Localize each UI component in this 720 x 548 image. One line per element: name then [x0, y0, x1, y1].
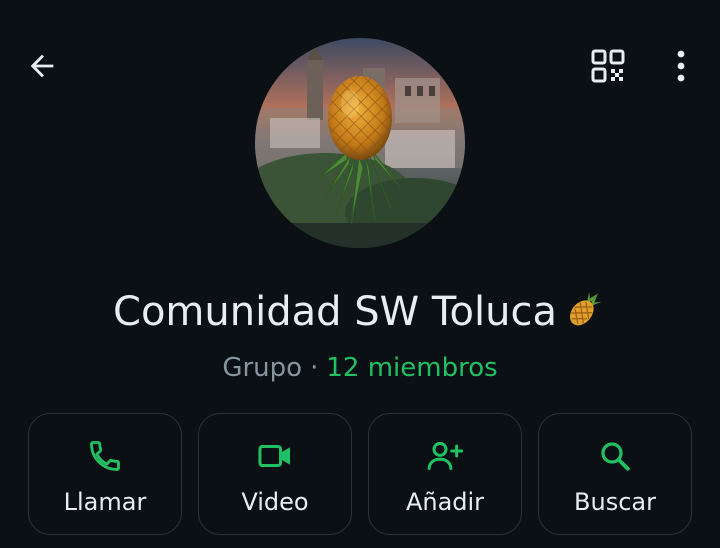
video-button-label: Video	[241, 488, 309, 516]
group-info-screen: Comunidad SW Toluca Grupo·12 miembros	[0, 0, 720, 548]
more-vertical-icon	[677, 50, 685, 82]
search-button[interactable]: Buscar	[538, 413, 692, 535]
arrow-left-icon	[30, 54, 54, 78]
search-icon	[595, 436, 635, 476]
separator-dot: ·	[310, 353, 319, 383]
pineapple-emoji	[563, 287, 607, 331]
video-camera-icon	[255, 436, 295, 476]
action-buttons-row: Llamar Video Añadir Buscar	[28, 413, 692, 537]
more-options-button[interactable]	[658, 38, 704, 94]
group-subtitle: Grupo · 12 miembros	[0, 350, 720, 386]
back-button[interactable]	[14, 38, 70, 94]
qr-code-icon	[591, 49, 625, 83]
phone-icon	[85, 436, 125, 476]
add-member-button[interactable]: Añadir	[368, 413, 522, 535]
group-avatar-image	[255, 38, 465, 248]
video-button[interactable]: Video	[198, 413, 352, 535]
qr-code-button[interactable]	[580, 38, 636, 94]
group-type-label: Grupo	[222, 353, 303, 383]
add-person-icon	[425, 436, 465, 476]
group-name-text: Comunidad SW Toluca	[113, 289, 557, 335]
group-name: Comunidad SW Toluca	[0, 286, 720, 338]
call-button[interactable]: Llamar	[28, 413, 182, 535]
members-count-link[interactable]: 12 miembros	[326, 353, 497, 383]
call-button-label: Llamar	[63, 488, 147, 516]
group-avatar[interactable]	[255, 38, 465, 248]
search-button-label: Buscar	[574, 488, 656, 516]
add-member-button-label: Añadir	[405, 488, 485, 516]
